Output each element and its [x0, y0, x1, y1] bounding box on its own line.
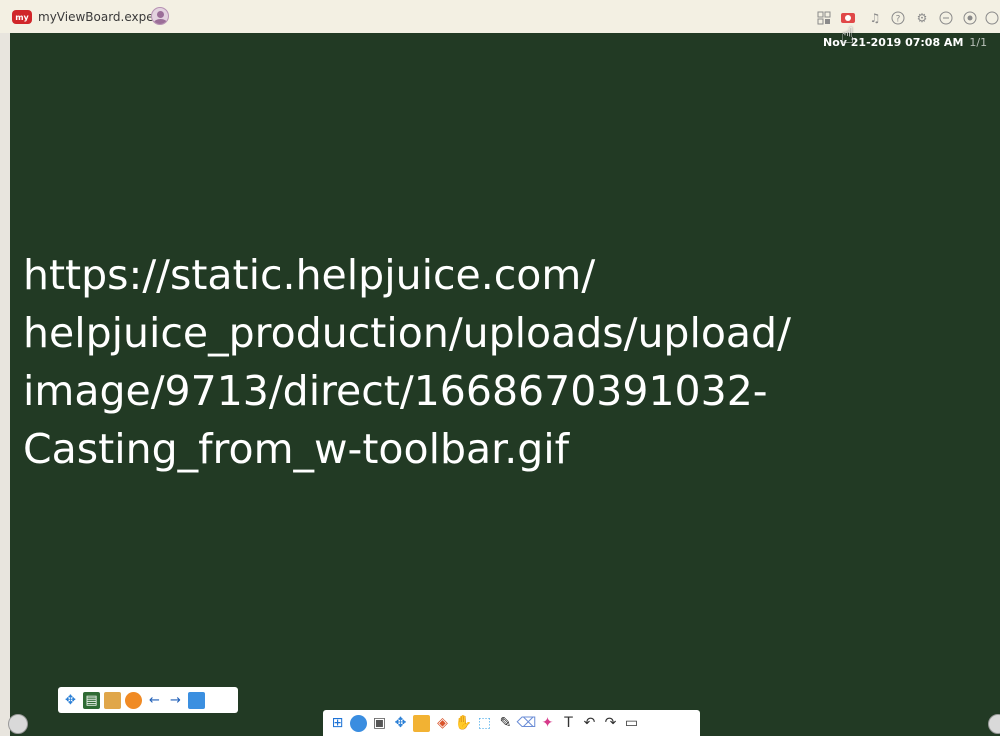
- floating-mini-toolbar: ✥ ▤ ← →: [58, 687, 238, 713]
- undo-icon[interactable]: ↶: [581, 715, 598, 732]
- url-line: helpjuice_production/uploads/upload/: [23, 309, 791, 357]
- folder-tool-icon[interactable]: [413, 714, 430, 732]
- forward-arrow-icon[interactable]: →: [167, 692, 184, 709]
- add-page-icon[interactable]: [188, 691, 205, 709]
- layers-icon[interactable]: ◈: [434, 715, 451, 732]
- settings-icon[interactable]: ⚙: [914, 10, 930, 26]
- bell-icon[interactable]: ♫: [867, 10, 883, 26]
- record-icon[interactable]: [962, 10, 978, 26]
- screenshot-icon[interactable]: ▣: [371, 715, 388, 732]
- eraser-tool-icon[interactable]: ⌫: [517, 715, 537, 732]
- globe-icon[interactable]: [350, 714, 367, 732]
- page-icon[interactable]: ▭: [623, 715, 640, 732]
- back-arrow-icon[interactable]: ←: [146, 692, 163, 709]
- browser-icon[interactable]: [125, 691, 142, 709]
- shapes-tool-icon[interactable]: ✦: [539, 715, 556, 732]
- close-icon[interactable]: [984, 10, 1000, 26]
- pen-tool-icon[interactable]: ✎: [497, 715, 514, 732]
- svg-text:?: ?: [896, 15, 901, 25]
- url-text-block: https://static.helpjuice.com/ helpjuice_…: [23, 246, 963, 478]
- main-toolbar: ⊞ ▣ ✥ ◈ ✋ ⬚ ✎ ⌫ ✦ T ↶ ↷ ▭: [323, 710, 700, 736]
- windows-icon[interactable]: ⊞: [329, 715, 346, 732]
- minimize-icon[interactable]: [938, 10, 954, 26]
- board-icon[interactable]: ▤: [83, 691, 100, 709]
- hand-cursor-icon: ☝: [841, 24, 855, 49]
- avatar[interactable]: [151, 7, 169, 25]
- folder-icon[interactable]: [104, 691, 121, 709]
- page-count: 1/1: [969, 36, 988, 49]
- left-corner-button[interactable]: [8, 714, 28, 734]
- help-icon[interactable]: ?: [890, 10, 906, 26]
- qr-grid-icon[interactable]: [816, 10, 832, 26]
- url-line: https://static.helpjuice.com/: [23, 251, 596, 299]
- move-icon[interactable]: ✥: [62, 692, 79, 709]
- hand-tool-icon[interactable]: ✋: [455, 715, 472, 732]
- url-line: image/9713/direct/1668670391032-: [23, 367, 768, 415]
- left-edge: [0, 33, 10, 736]
- redo-icon[interactable]: ↷: [602, 715, 619, 732]
- select-tool-icon[interactable]: ⬚: [476, 715, 493, 732]
- app-logo[interactable]: my: [12, 10, 32, 24]
- move-tool-icon[interactable]: ✥: [392, 715, 409, 732]
- url-line: Casting_from_w-toolbar.gif: [23, 425, 570, 473]
- text-tool-icon[interactable]: T: [560, 715, 577, 732]
- app-title: myViewBoard.expert: [38, 10, 164, 24]
